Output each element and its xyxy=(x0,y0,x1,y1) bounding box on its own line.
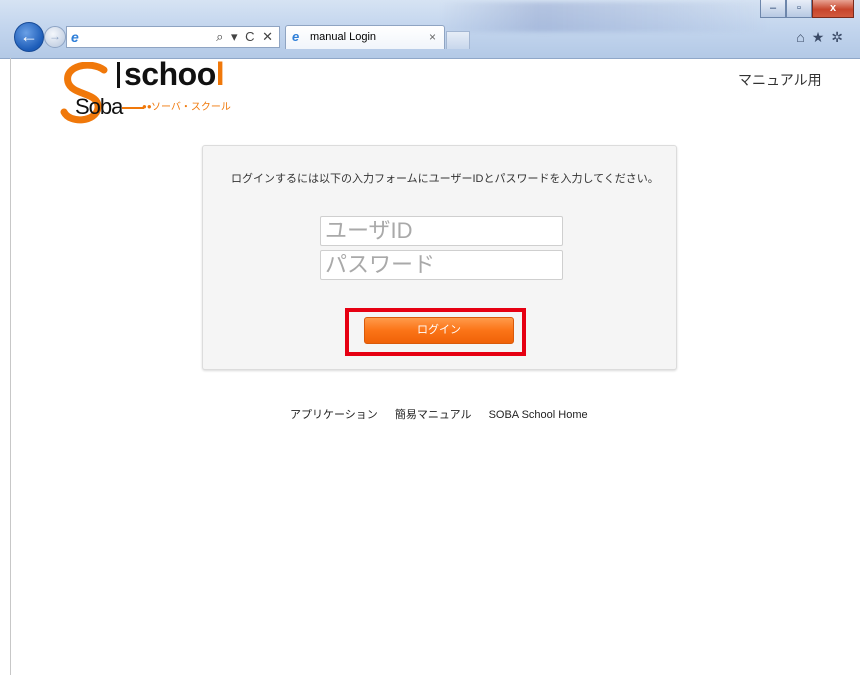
address-tools[interactable]: ⌕ ▾ C ✕ xyxy=(216,29,275,45)
blurred-background-tabs xyxy=(440,2,770,32)
footer-links: アプリケーション 簡易マニュアル SOBA School Home xyxy=(290,406,602,422)
restore-button[interactable]: ▫ xyxy=(786,0,812,18)
footer-link-home[interactable]: SOBA School Home xyxy=(489,409,588,421)
manual-label: マニュアル用 xyxy=(738,72,822,88)
minimize-button[interactable]: – xyxy=(760,0,786,18)
ie-tab-icon: e xyxy=(292,29,300,44)
browser-tab[interactable]: e manual Login × xyxy=(285,25,445,49)
login-button[interactable]: ログイン xyxy=(364,317,514,344)
logo-soba-text: Soba xyxy=(75,94,123,119)
ie-page-icon: e xyxy=(71,29,79,45)
tab-close-icon[interactable]: × xyxy=(429,30,436,44)
back-button[interactable]: ← xyxy=(14,22,44,52)
page-edge xyxy=(10,58,11,675)
new-tab-button[interactable] xyxy=(446,31,470,49)
footer-link-manual[interactable]: 簡易マニュアル xyxy=(395,409,472,421)
logo-school-text: school xyxy=(124,56,225,92)
login-instruction: ログインするには以下の入力フォームにユーザーIDとパスワードを入力してください。 xyxy=(231,173,659,185)
close-window-button[interactable]: x xyxy=(812,0,854,18)
logo-divider xyxy=(117,62,120,88)
address-bar[interactable]: e ⌕ ▾ C ✕ xyxy=(66,26,280,48)
tab-title: manual Login xyxy=(310,31,377,43)
password-input[interactable] xyxy=(320,250,563,280)
user-id-input[interactable] xyxy=(320,216,563,246)
browser-chrome: – ▫ x ← → e ⌕ ▾ C ✕ e manual Login × ⌂★✲ xyxy=(0,0,860,59)
logo-kana-text: ソーバ・スクール xyxy=(151,102,231,113)
window-controls: – ▫ x xyxy=(760,0,854,18)
forward-button[interactable]: → xyxy=(44,26,66,48)
logo-underline xyxy=(122,107,144,109)
toolbar-icons[interactable]: ⌂★✲ xyxy=(796,29,850,46)
footer-link-application[interactable]: アプリケーション xyxy=(290,409,378,421)
